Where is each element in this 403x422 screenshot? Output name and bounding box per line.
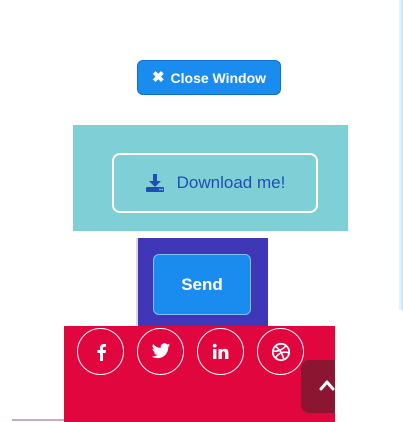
- dribbble-icon: [271, 342, 291, 362]
- facebook-link[interactable]: [77, 328, 124, 375]
- close-window-button[interactable]: ✖ Close Window: [137, 60, 281, 95]
- twitter-link[interactable]: [137, 328, 184, 375]
- dribbble-link[interactable]: [257, 328, 304, 375]
- download-icon: [145, 173, 165, 193]
- back-to-top-button[interactable]: [301, 360, 335, 413]
- download-panel: Download me!: [73, 125, 348, 231]
- linkedin-icon: [212, 343, 229, 360]
- send-button[interactable]: Send: [153, 254, 251, 315]
- times-icon: ✖: [151, 69, 165, 86]
- chevron-up-icon: [319, 378, 335, 396]
- send-panel-edge: [136, 238, 138, 326]
- linkedin-link[interactable]: [197, 328, 244, 375]
- page: ✖ Close Window Download me! Send: [0, 0, 403, 422]
- twitter-icon: [151, 343, 171, 360]
- download-label: Download me!: [176, 173, 286, 192]
- facebook-icon: [94, 343, 108, 361]
- send-panel: Send: [136, 238, 268, 326]
- close-window-label: Close Window: [170, 69, 267, 86]
- social-panel: [64, 326, 335, 422]
- bottom-accent-line: [12, 419, 64, 421]
- download-button[interactable]: Download me!: [112, 153, 318, 213]
